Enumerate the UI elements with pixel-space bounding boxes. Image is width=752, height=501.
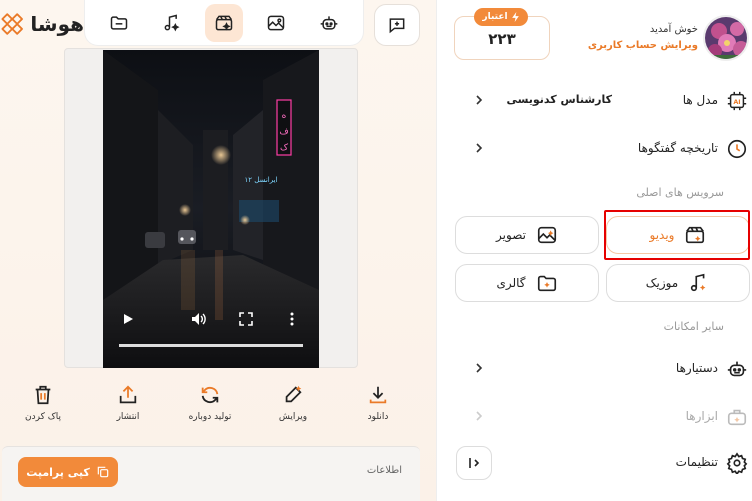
history-label: تاریخچه گفتگوها (637, 141, 718, 155)
assistants-label: دستیارها (675, 361, 718, 375)
video-clapper-icon (215, 15, 233, 31)
video-progress-track[interactable] (119, 344, 303, 347)
regenerate-label: تولید دوباره (188, 412, 232, 422)
toolbar-music-button[interactable] (153, 4, 191, 42)
share-button[interactable]: انتشار (93, 384, 163, 434)
image-icon (537, 226, 557, 244)
toolbar-gallery-button[interactable] (100, 4, 138, 42)
top-toolbar (84, 0, 364, 46)
info-panel: اطلاعات کپی پرامپت (2, 446, 420, 501)
clock-icon (727, 139, 747, 159)
main-services-title: سرویس های اصلی (636, 186, 724, 199)
download-button[interactable]: دانلود (343, 384, 413, 434)
settings-label: تنظیمات (675, 455, 718, 469)
edit-icon (285, 385, 302, 403)
edit-account-link[interactable]: ویرایش حساب کاربری (588, 40, 698, 51)
download-label: دانلود (367, 412, 389, 422)
copy-prompt-button[interactable]: کپی پرامپت (18, 457, 118, 487)
sidebar-toggle-icon (469, 458, 480, 468)
regenerate-button[interactable]: تولید دوباره (175, 384, 245, 434)
chevron-right-icon (476, 411, 483, 421)
copy-icon (97, 466, 109, 478)
share-icon (119, 385, 137, 404)
chevron-right-icon (476, 363, 483, 373)
fullscreen-icon[interactable] (239, 312, 253, 326)
volume-icon[interactable] (191, 312, 207, 326)
robot-icon (727, 361, 747, 377)
service-music-button[interactable]: موزیک (606, 264, 750, 302)
folder-icon (110, 15, 128, 30)
svg-text:ه: ه (282, 111, 287, 121)
trash-icon (35, 385, 51, 405)
music-icon (691, 273, 706, 292)
tools-row[interactable]: ابزارها (460, 402, 748, 432)
regenerate-icon (201, 386, 219, 404)
video-frame-image: ه ف ک ایرانسل ۱۲ (103, 50, 319, 368)
credit-badge-label: اعتبار (482, 12, 508, 22)
robot-icon (320, 15, 338, 30)
copy-prompt-label: کپی پرامپت (26, 465, 90, 479)
share-label: انتشار (116, 412, 140, 422)
collapse-sidebar-button[interactable] (456, 446, 492, 480)
svg-text:ک: ک (280, 142, 289, 153)
svg-text:ایرانسل ۱۲: ایرانسل ۱۲ (245, 176, 278, 184)
edit-label: ویرایش (278, 412, 308, 422)
more-options-icon[interactable] (289, 312, 295, 326)
lightning-icon (511, 12, 519, 22)
chevron-right-icon (476, 95, 483, 105)
video-player[interactable]: ه ف ک ایرانسل ۱۲ (103, 50, 319, 368)
video-progress-fill (119, 344, 303, 347)
toolbox-icon (727, 409, 747, 426)
avatar[interactable] (703, 15, 749, 61)
download-icon (369, 386, 387, 404)
models-row[interactable]: AI مدل ها کارشناس کدنویسی (460, 86, 748, 116)
hosha-logo-icon (1, 13, 23, 35)
ai-chip-icon: AI (727, 91, 747, 111)
tools-label: ابزارها (685, 409, 718, 423)
brand-name: هوشا (30, 12, 84, 36)
other-features-title: سایر امکانات (663, 320, 724, 333)
svg-text:AI: AI (733, 98, 740, 106)
history-row[interactable]: تاریخچه گفتگوها (460, 134, 748, 164)
assistants-row[interactable]: دستیارها (460, 354, 748, 384)
new-chat-button[interactable] (374, 4, 420, 46)
service-music-label: موزیک (645, 276, 679, 290)
models-value: کارشناس کدنویسی (506, 93, 612, 106)
service-image-button[interactable]: تصویر (455, 216, 599, 254)
credit-badge: اعتبار (474, 8, 528, 26)
delete-label: پاک کردن (24, 412, 62, 422)
toolbar-video-button[interactable] (204, 3, 243, 42)
svg-text:ف: ف (279, 127, 288, 137)
service-gallery-button[interactable]: گالری (455, 264, 599, 302)
credit-value: ۲۲۳ (488, 30, 516, 48)
music-icon (164, 14, 180, 31)
service-image-label: تصویر (496, 228, 526, 242)
gallery-icon (537, 275, 556, 292)
chevron-right-icon (476, 143, 483, 153)
service-gallery-label: گالری (496, 276, 526, 290)
models-label: مدل ها (682, 93, 718, 107)
brand-logo[interactable]: هوشا (0, 8, 84, 40)
edit-button[interactable]: ویرایش (258, 384, 328, 434)
image-icon (268, 15, 285, 30)
greeting: خوش آمدید (649, 24, 698, 35)
play-icon[interactable] (121, 312, 135, 326)
toolbar-assistant-button[interactable] (310, 4, 348, 42)
chat-plus-icon (389, 18, 405, 34)
info-title: اطلاعات (366, 465, 402, 476)
selection-highlight (604, 210, 750, 260)
delete-button[interactable]: پاک کردن (8, 384, 78, 434)
gear-icon (726, 452, 748, 474)
settings-row[interactable]: تنظیمات (460, 448, 748, 478)
toolbar-image-button[interactable] (257, 4, 295, 42)
